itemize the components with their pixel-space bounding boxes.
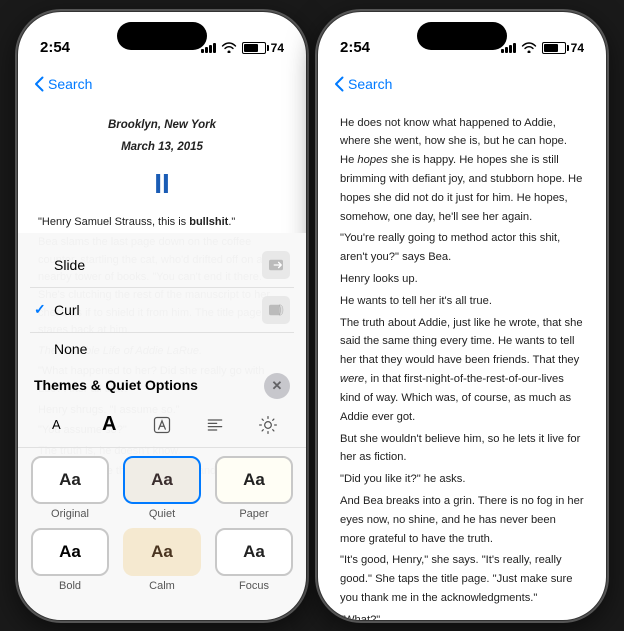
theme-paper[interactable]: Aa Paper	[212, 456, 296, 520]
theme-original[interactable]: Aa Original	[28, 456, 112, 520]
brightness-button[interactable]	[250, 409, 286, 441]
curl-check: ✓	[34, 301, 54, 318]
back-button-right[interactable]: Search	[334, 76, 392, 92]
book-chapter: II	[38, 161, 286, 207]
battery-icon-left	[242, 42, 266, 54]
status-time-right: 2:54	[340, 39, 370, 56]
theme-calm[interactable]: Aa Calm	[120, 528, 204, 592]
battery-level-left: 74	[271, 41, 284, 55]
theme-grid: Aa Original Aa Quiet Aa Paper	[18, 456, 306, 600]
transition-options: Slide ✓ Curl	[18, 243, 306, 365]
theme-preview-bold: Aa	[31, 528, 109, 576]
battery-level-right: 74	[571, 41, 584, 55]
quiet-options-label: Quiet Options	[105, 377, 198, 393]
close-button[interactable]: ✕	[264, 373, 290, 399]
transition-slide[interactable]: Slide	[30, 243, 294, 288]
themes-title: Themes &	[34, 377, 101, 393]
theme-label-bold: Bold	[59, 580, 81, 592]
book-date: March 13, 2015	[38, 138, 286, 157]
none-label: None	[54, 341, 262, 357]
theme-preview-quiet: Aa	[123, 456, 201, 504]
font-small-button[interactable]: A	[38, 409, 74, 441]
theme-focus[interactable]: Aa Focus	[212, 528, 296, 592]
themes-header: Themes & Quiet Options ✕	[18, 367, 306, 403]
theme-label-calm: Calm	[149, 580, 175, 592]
book-location: Brooklyn, New York	[38, 116, 286, 135]
status-icons-right: 74	[501, 41, 584, 56]
theme-preview-paper: Aa	[215, 456, 293, 504]
book-text-right: He does not know what happened to Addie,…	[340, 114, 584, 620]
slide-icon	[262, 251, 290, 279]
nav-bar-right: Search	[318, 62, 606, 106]
curl-icon	[262, 296, 290, 324]
right-phone: 2:54 74	[317, 11, 607, 621]
theme-preview-original: Aa	[31, 456, 109, 504]
status-icons-left: 74	[201, 41, 284, 56]
book-content-right: He does not know what happened to Addie,…	[318, 106, 606, 620]
nav-bar-left: Search	[18, 62, 306, 106]
wifi-icon-right	[521, 41, 537, 56]
overlay-panel: Slide ✓ Curl	[18, 233, 306, 620]
theme-bold[interactable]: Aa Bold	[28, 528, 112, 592]
theme-preview-calm: Aa	[123, 528, 201, 576]
phones-container: 2:54 74	[0, 0, 624, 631]
theme-label-quiet: Quiet	[149, 508, 175, 520]
themes-title-group: Themes & Quiet Options	[34, 377, 198, 395]
left-phone: 2:54 74	[17, 11, 307, 621]
wifi-icon-left	[221, 41, 237, 56]
curl-label: Curl	[54, 302, 262, 318]
theme-quiet[interactable]: Aa Quiet	[120, 456, 204, 520]
back-button-left[interactable]: Search	[34, 76, 92, 92]
theme-label-paper: Paper	[239, 508, 268, 520]
dynamic-island-left	[117, 22, 207, 50]
slide-label: Slide	[54, 257, 262, 273]
transition-none[interactable]: None	[30, 333, 294, 365]
dynamic-island-right	[417, 22, 507, 50]
theme-preview-focus: Aa	[215, 528, 293, 576]
font-large-button[interactable]: A	[91, 409, 127, 441]
toolbar-row: A A	[18, 403, 306, 448]
theme-label-original: Original	[51, 508, 89, 520]
status-time-left: 2:54	[40, 39, 70, 56]
transition-curl[interactable]: ✓ Curl	[30, 288, 294, 333]
font-style-button[interactable]	[144, 409, 180, 441]
battery-icon-right	[542, 42, 566, 54]
theme-label-focus: Focus	[239, 580, 269, 592]
layout-button[interactable]	[197, 409, 233, 441]
